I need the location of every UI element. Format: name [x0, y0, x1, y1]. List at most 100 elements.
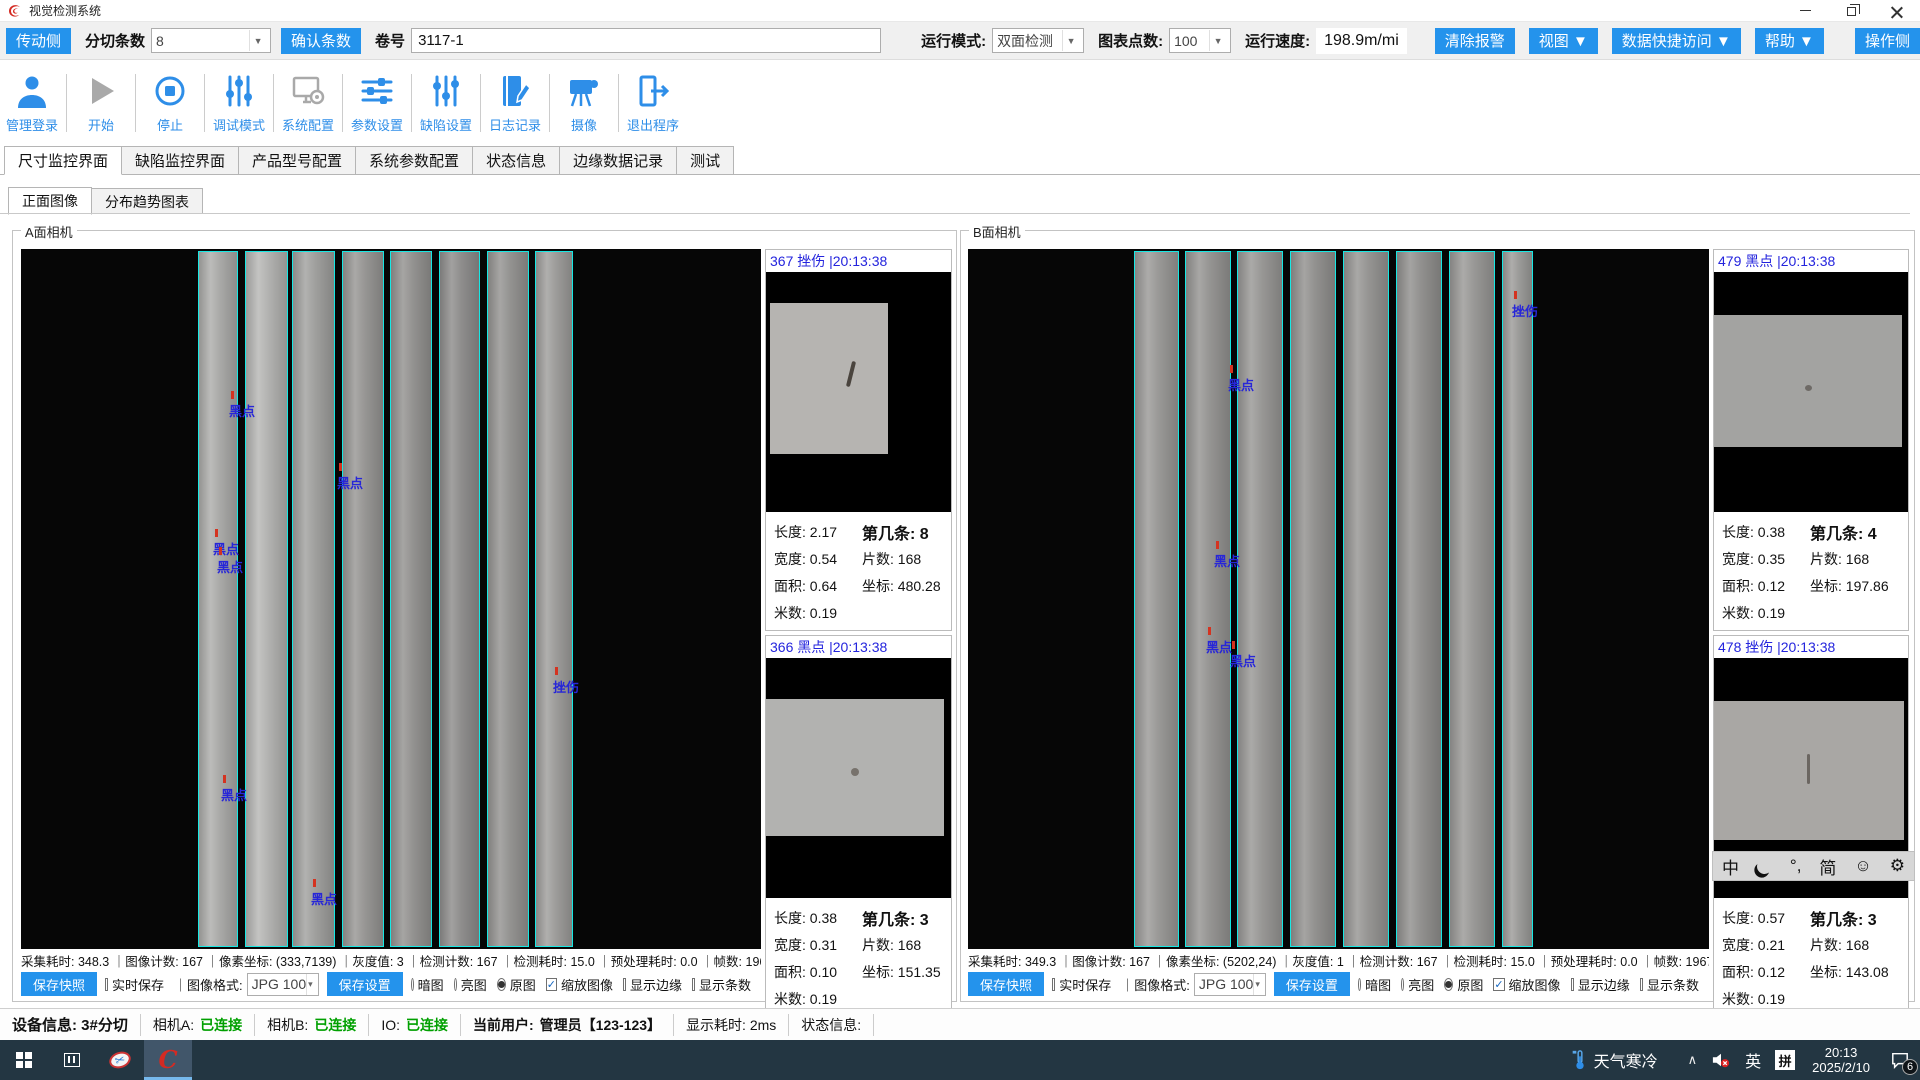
status-segment-1: 相机A:已连接 — [141, 1014, 255, 1036]
ime-punctuation-mode[interactable]: °, — [1790, 856, 1802, 876]
toolbar-button-debug-mode[interactable]: 调试模式 — [207, 72, 271, 134]
toolbar-button-param-settings[interactable]: 参数设置 — [345, 72, 409, 134]
camera-a-status-line: 采集耗时: 348.3 ｜图像计数: 167 ｜像素坐标: (333,7139)… — [21, 951, 761, 970]
tab-main-6[interactable]: 测试 — [676, 146, 734, 174]
camera-a-snapshot-button[interactable]: 保存快照 — [21, 972, 97, 996]
camera-a-defect-label-2: 黑点 — [213, 539, 239, 558]
camera-a-realtime-save-checkbox[interactable] — [105, 978, 108, 991]
camera-b-defect-card-2[interactable]: 478 挫伤 |20:13:38长度: 0.57第几条: 3宽度: 0.21片数… — [1713, 635, 1909, 1017]
tab-main-2[interactable]: 产品型号配置 — [238, 146, 356, 174]
camera-a-checkbox-1[interactable] — [623, 978, 626, 991]
clock[interactable]: 20:13 2025/2/10 — [1802, 1045, 1880, 1075]
camera-b-strip-4 — [1290, 251, 1336, 947]
camera-b-radio-1[interactable] — [1401, 978, 1404, 991]
ime-mode-button[interactable]: 拼 — [1768, 1040, 1802, 1080]
camera-b-format-select[interactable]: JPG 100▾ — [1194, 973, 1266, 996]
camera-b-snapshot-button[interactable]: 保存快照 — [968, 972, 1044, 996]
inspection-app-icon: C — [158, 1048, 177, 1072]
camera-a-defect-column: 367 挫伤 |20:13:38长度: 2.17第几条: 8宽度: 0.54片数… — [765, 249, 952, 1021]
toolbar-divider — [204, 74, 205, 132]
camera-b-radio-2[interactable] — [1444, 978, 1453, 991]
volume-muted-button[interactable] — [1704, 1040, 1738, 1080]
start-button[interactable] — [0, 1040, 48, 1080]
inspection-app-taskbar-button[interactable]: C — [144, 1040, 192, 1080]
snipping-tool-button[interactable]: ✂ — [96, 1040, 144, 1080]
admin-login-label: 管理登录 — [6, 115, 58, 134]
clear-alarm-button[interactable]: 清除报警 — [1435, 28, 1515, 54]
ime-moon-icon[interactable] — [1757, 859, 1772, 874]
toolbar-divider — [480, 74, 481, 132]
status-segment-5: 显示耗时: 2ms — [674, 1014, 789, 1036]
toolbar-button-system-config[interactable]: 系统配置 — [276, 72, 340, 134]
confirm-count-button[interactable]: 确认条数 — [281, 28, 361, 54]
camera-a-defect-card-1[interactable]: 367 挫伤 |20:13:38长度: 2.17第几条: 8宽度: 0.54片数… — [765, 249, 952, 631]
toolbar-button-defect-settings[interactable]: 缺陷设置 — [414, 72, 478, 134]
restore-button[interactable] — [1828, 0, 1874, 22]
image-format-value: JPG 100 — [1199, 976, 1253, 992]
view-menu-button[interactable]: 视图 ▼ — [1529, 28, 1598, 54]
camera-a-format-select[interactable]: JPG 100▾ — [247, 973, 319, 996]
camera-b-checkbox-1[interactable] — [1571, 978, 1574, 991]
camera-b-checkbox-0[interactable]: ✓ — [1493, 978, 1504, 991]
tab-main-0[interactable]: 尺寸监控界面 — [4, 146, 122, 175]
tab-main-1[interactable]: 缺陷监控界面 — [121, 146, 239, 174]
chart-points-select[interactable]: 100 ▼ — [1169, 28, 1231, 53]
camera-a-radio-2[interactable] — [497, 978, 506, 991]
tab-main-3[interactable]: 系统参数配置 — [355, 146, 473, 174]
ime-smiley-icon[interactable]: ☺ — [1854, 856, 1871, 876]
toolbar-button-exit-program[interactable]: 退出程序 — [621, 72, 685, 134]
task-view-button[interactable] — [48, 1040, 96, 1080]
toolbar-button-capture[interactable]: 摄像 — [552, 72, 616, 134]
app-window: 视觉检测系统 传动侧 分切条数 8 ▼ 确认条数 卷号 3117-1 运行模式:… — [0, 0, 1920, 1080]
camera-b-image: 挫伤黑点黑点黑点黑点 — [968, 249, 1709, 949]
exit-program-label: 退出程序 — [627, 115, 679, 134]
camera-a-radio-0[interactable] — [411, 978, 414, 991]
camera-a-checkbox-2[interactable] — [692, 978, 695, 991]
toolbar-button-admin-login[interactable]: 管理登录 — [0, 72, 64, 134]
notification-center-button[interactable]: 6 — [1880, 1040, 1920, 1080]
data-quick-access-button[interactable]: 数据快捷访问 ▼ — [1612, 28, 1741, 54]
camera-a-strip-3 — [292, 251, 335, 947]
slit-count-select[interactable]: 8 ▼ — [151, 28, 271, 53]
roll-number-input[interactable]: 3117-1 — [411, 28, 881, 53]
camera-b-controls: 保存快照实时保存｜图像格式:JPG 100▾保存设置暗图亮图原图✓缩放图像显示边… — [968, 971, 1709, 997]
toolbar-button-log-record[interactable]: 日志记录 — [483, 72, 547, 134]
help-menu-button[interactable]: 帮助 ▼ — [1755, 28, 1824, 54]
camera-b-strip-8 — [1502, 251, 1533, 947]
toolbar-button-stop[interactable]: 停止 — [138, 72, 202, 134]
camera-a-checkbox-0[interactable]: ✓ — [546, 978, 557, 991]
tab-sub-1[interactable]: 分布趋势图表 — [91, 188, 203, 214]
operator-side-button[interactable]: 操作侧 — [1855, 28, 1920, 54]
defect-card-image — [766, 658, 951, 898]
tab-main-5[interactable]: 边缘数据记录 — [559, 146, 677, 174]
defect-stat-right: 第几条: 4 — [1810, 520, 1877, 544]
camera-b-realtime-save-checkbox[interactable] — [1052, 978, 1055, 991]
drive-side-button[interactable]: 传动侧 — [6, 28, 71, 54]
close-button[interactable] — [1874, 0, 1920, 22]
camera-b-radio-0[interactable] — [1358, 978, 1361, 991]
camera-b-defect-card-1[interactable]: 479 黑点 |20:13:38长度: 0.38第几条: 4宽度: 0.35片数… — [1713, 249, 1909, 631]
hidden-icons-chevron[interactable]: ∧ — [1681, 1040, 1705, 1080]
minimize-button[interactable] — [1782, 0, 1828, 22]
defect-image-mark — [1805, 385, 1812, 391]
language-indicator[interactable]: 英 — [1738, 1040, 1768, 1080]
ime-settings-gear-icon[interactable]: ⚙ — [1890, 856, 1905, 876]
camera-a-radio-1[interactable] — [454, 978, 457, 991]
defect-stat-right: 坐标: 480.28 — [862, 576, 941, 596]
toolbar-button-start[interactable]: 开始 — [69, 72, 133, 134]
camera-b-defect-label-2: 黑点 — [1214, 551, 1240, 570]
tab-main-4[interactable]: 状态信息 — [472, 146, 560, 174]
defect-stat-left: 长度: 0.38 — [1722, 522, 1810, 542]
ime-simplified-mode[interactable]: 简 — [1819, 854, 1836, 879]
tab-sub-0[interactable]: 正面图像 — [8, 187, 92, 215]
camera-a-save-settings-button[interactable]: 保存设置 — [327, 972, 403, 996]
camera-a-defect-card-2[interactable]: 366 黑点 |20:13:38长度: 0.38第几条: 3宽度: 0.31片数… — [765, 635, 952, 1017]
subtab-divider — [0, 213, 1910, 214]
camera-b-save-settings-button[interactable]: 保存设置 — [1274, 972, 1350, 996]
slit-count-value: 8 — [156, 33, 164, 49]
camera-b-checkbox-2[interactable] — [1640, 978, 1643, 991]
ime-chinese-mode[interactable]: 中 — [1722, 854, 1739, 879]
weather-tray-item[interactable]: 天气寒冷 — [1565, 1040, 1665, 1080]
system-config-icon — [289, 72, 327, 110]
run-mode-select[interactable]: 双面检测 ▼ — [992, 28, 1084, 53]
